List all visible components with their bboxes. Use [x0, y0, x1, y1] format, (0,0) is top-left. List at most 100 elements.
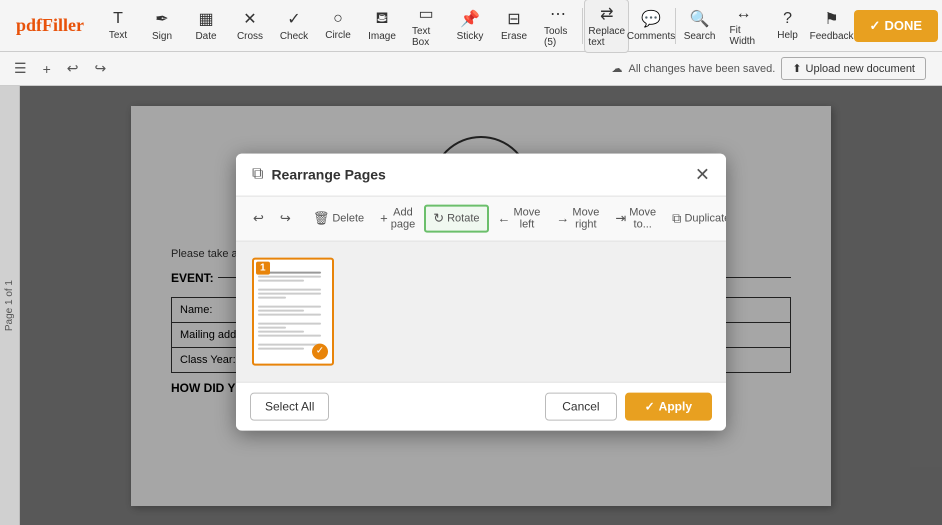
- move-left-icon: ←: [498, 211, 511, 226]
- modal-undo-icon: ↩: [253, 210, 264, 226]
- tool-search[interactable]: 🔍 Search: [678, 5, 722, 46]
- tool-date[interactable]: ▦ Date: [184, 5, 228, 46]
- modal-move-right-button[interactable]: → Move right: [549, 202, 606, 234]
- tool-textbox-label: Text Box: [412, 26, 440, 48]
- modal-redo-icon: ↪: [280, 210, 291, 226]
- done-checkmark-icon: ✓: [870, 18, 881, 34]
- done-label: DONE: [884, 18, 922, 33]
- tool-erase[interactable]: ⊟ Erase: [492, 5, 536, 46]
- tool-sign-label: Sign: [152, 31, 172, 42]
- apply-button[interactable]: ✓ Apply: [625, 392, 712, 420]
- modal-move-to-label: Move to...: [629, 206, 656, 230]
- feedback-icon: ⚑: [824, 9, 838, 29]
- tools-icon: ⋯: [550, 4, 566, 24]
- select-all-button[interactable]: Select All: [250, 392, 329, 420]
- cloud-icon: ☁: [612, 62, 623, 75]
- upload-icon: ⬆: [792, 62, 801, 75]
- cancel-button[interactable]: Cancel: [545, 392, 616, 420]
- move-right-icon: →: [556, 211, 569, 226]
- main-area: Page 1 of 1 BERLIN ALUMNIASSOCIATIONFOUN…: [0, 86, 942, 525]
- sign-icon: ✒: [155, 9, 168, 29]
- redo-button[interactable]: ↪: [88, 56, 112, 81]
- sidebar-toggle-button[interactable]: ☰: [8, 56, 33, 81]
- tool-circle[interactable]: ○ Circle: [316, 6, 360, 45]
- circle-icon: ○: [333, 10, 343, 28]
- tool-cross[interactable]: ✕ Cross: [228, 5, 272, 46]
- modal-rotate-button[interactable]: ↻ Rotate: [424, 204, 488, 232]
- tool-erase-label: Erase: [501, 31, 527, 42]
- image-icon: ⛾: [375, 9, 388, 29]
- tool-tools[interactable]: ⋯ Tools (5): [536, 0, 580, 52]
- app-logo: pdfFiller: [4, 15, 96, 36]
- modal-delete-label: Delete: [332, 212, 364, 224]
- help-icon: ?: [783, 10, 792, 28]
- modal-duplicate-label: Duplicate: [684, 212, 726, 224]
- tool-tools-label: Tools (5): [544, 26, 572, 48]
- move-to-icon: ⇥: [615, 210, 626, 226]
- replace-icon: ⇄: [600, 4, 613, 24]
- modal-redo-button[interactable]: ↪: [273, 206, 298, 230]
- save-status: All changes have been saved.: [629, 63, 776, 75]
- tool-fitwidth[interactable]: ↔ Fit Width: [722, 1, 766, 51]
- apply-label: Apply: [659, 399, 692, 413]
- modal-move-right-label: Move right: [572, 206, 599, 230]
- modal-footer: Select All Cancel ✓ Apply: [236, 381, 726, 430]
- modal-header: ⧉ Rearrange Pages ✕: [236, 153, 726, 196]
- modal-duplicate-button[interactable]: ⧉ Duplicate: [665, 206, 726, 230]
- tool-fitwidth-label: Fit Width: [730, 25, 758, 47]
- page-number-badge: 1: [256, 261, 270, 274]
- secondary-toolbar: ☰ + ↩ ↪ ☁ All changes have been saved. ⬆…: [0, 52, 942, 86]
- modal-add-page-button[interactable]: + Add page: [373, 202, 422, 234]
- comments-icon: 💬: [641, 9, 661, 29]
- apply-checkmark-icon: ✓: [645, 399, 655, 413]
- tool-image[interactable]: ⛾ Image: [360, 5, 404, 46]
- check-icon: ✓: [287, 9, 300, 29]
- modal-rotate-label: Rotate: [447, 212, 479, 224]
- tool-search-label: Search: [684, 31, 716, 42]
- rearrange-icon: ⧉: [252, 165, 263, 183]
- tool-check-label: Check: [280, 31, 308, 42]
- tool-replace[interactable]: ⇄ Replace text: [584, 0, 629, 53]
- redo-icon: ↪: [94, 60, 106, 77]
- tool-textbox[interactable]: ▭ Text Box: [404, 0, 448, 52]
- status-bar: ☁ All changes have been saved. ⬆ Upload …: [612, 57, 934, 80]
- undo-button[interactable]: ↩: [61, 56, 85, 81]
- text-icon: T: [113, 10, 123, 28]
- tool-date-label: Date: [195, 31, 216, 42]
- add-page-icon: +: [380, 211, 388, 226]
- tool-sticky[interactable]: 📌 Sticky: [448, 5, 492, 46]
- tool-image-label: Image: [368, 31, 396, 42]
- tool-text-label: Text: [109, 30, 127, 41]
- textbox-icon: ▭: [418, 4, 433, 24]
- tool-cross-label: Cross: [237, 31, 263, 42]
- date-icon: ▦: [198, 9, 213, 29]
- tool-text[interactable]: T Text: [96, 6, 140, 45]
- add-page-button[interactable]: +: [37, 57, 57, 81]
- tool-feedback[interactable]: ⚑ Feedback: [810, 5, 854, 46]
- cross-icon: ✕: [243, 9, 256, 29]
- done-button[interactable]: ✓ DONE: [854, 10, 938, 42]
- modal-toolbar: ↩ ↪ 🗑 Delete + Add page ↻ Rotate: [236, 196, 726, 241]
- modal-move-to-button[interactable]: ⇥ Move to...: [608, 202, 663, 234]
- tool-feedback-label: Feedback: [810, 31, 854, 42]
- rotate-icon: ↻: [433, 210, 444, 226]
- upload-label: Upload new document: [806, 63, 915, 75]
- tool-check[interactable]: ✓ Check: [272, 5, 316, 46]
- tool-help-label: Help: [777, 30, 798, 41]
- tool-replace-label: Replace text: [588, 26, 625, 48]
- tool-comments-label: Comments: [627, 31, 675, 42]
- modal-undo-button[interactable]: ↩: [246, 206, 271, 230]
- page-thumbnail-1[interactable]: 1: [252, 257, 334, 365]
- tool-sign[interactable]: ✒ Sign: [140, 5, 184, 46]
- modal-move-left-button[interactable]: ← Move left: [491, 202, 548, 234]
- modal-title: Rearrange Pages: [271, 166, 694, 182]
- tool-help[interactable]: ? Help: [766, 6, 810, 45]
- tool-comments[interactable]: 💬 Comments: [629, 5, 673, 46]
- sticky-icon: 📌: [460, 9, 480, 29]
- modal-close-button[interactable]: ✕: [695, 165, 710, 183]
- modal-body: 1: [236, 241, 726, 381]
- modal-delete-button[interactable]: 🗑 Delete: [306, 206, 371, 230]
- upload-button[interactable]: ⬆ Upload new document: [781, 57, 926, 80]
- delete-icon: 🗑: [313, 210, 330, 226]
- side-panel[interactable]: Page 1 of 1: [0, 86, 20, 525]
